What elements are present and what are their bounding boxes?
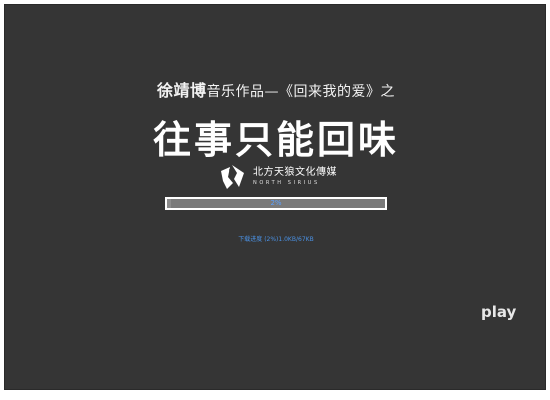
artist-name: 徐靖博 — [156, 81, 207, 100]
window-frame: 徐靖博音乐作品—《回来我的爱》之 往事只能回味 北方天狼文化傳媒 NORTH S… — [0, 0, 550, 400]
logo-name-en: NORTH SIRIUS — [253, 180, 320, 186]
logo-name-cn: 北方天狼文化傳媒 — [253, 167, 337, 178]
page-title: 往事只能回味 — [152, 117, 399, 162]
progress-track: 2% — [167, 199, 385, 208]
company-logo: 北方天狼文化傳媒 NORTH SIRIUS — [219, 162, 337, 192]
subtitle: 徐靖博音乐作品—《回来我的爱》之 — [5, 77, 547, 101]
download-status: 下载进度 (2%)1.0KB/67KB — [238, 236, 314, 243]
progress-percent: 2% — [270, 199, 282, 207]
play-button[interactable]: play — [481, 303, 516, 321]
wolf-logo-icon — [221, 165, 244, 189]
loading-progress-bar: 2% — [165, 197, 387, 210]
flash-stage: 徐靖博音乐作品—《回来我的爱》之 往事只能回味 北方天狼文化傳媒 NORTH S… — [4, 4, 546, 390]
subtitle-text: 音乐作品—《回来我的爱》之 — [206, 84, 395, 100]
logo-text: 北方天狼文化傳媒 NORTH SIRIUS — [253, 168, 337, 186]
